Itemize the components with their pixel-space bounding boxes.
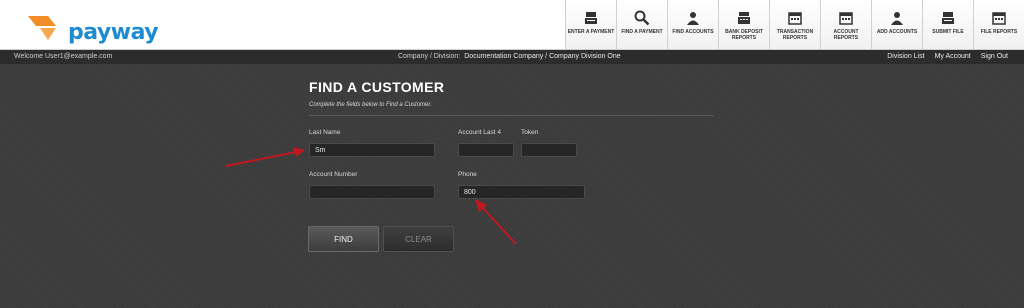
payway-logo-mark-icon bbox=[28, 16, 56, 40]
division-info: Company / Division: Documentation Company… bbox=[398, 53, 621, 60]
nav-account-reports[interactable]: ACCOUNT REPORTS bbox=[820, 0, 871, 49]
person-icon bbox=[685, 10, 701, 26]
nav-transaction-reports[interactable]: TRANSACTION REPORTS bbox=[769, 0, 820, 49]
phone-input[interactable] bbox=[458, 185, 585, 199]
brand-name: payway bbox=[68, 20, 159, 45]
welcome-text: Welcome User1@example.com bbox=[14, 53, 113, 60]
terminal-icon bbox=[940, 10, 956, 26]
division-list-link[interactable]: Division List bbox=[887, 53, 924, 60]
account-last4-input[interactable] bbox=[458, 143, 514, 157]
nav-label: TRANSACTION REPORTS bbox=[776, 29, 814, 41]
page-subtitle: Complete the fields below to Find a Cust… bbox=[309, 102, 432, 108]
nav-submit-file[interactable]: SUBMIT FILE bbox=[922, 0, 973, 49]
last-name-label: Last Name bbox=[309, 129, 341, 136]
last-name-input[interactable] bbox=[309, 143, 435, 157]
divider bbox=[309, 115, 714, 116]
account-number-input[interactable] bbox=[309, 185, 435, 199]
calendar-icon bbox=[991, 10, 1007, 26]
account-number-label: Account Number bbox=[309, 171, 358, 178]
user-links: Division List My Account Sign Out bbox=[887, 53, 1008, 60]
sign-out-link[interactable]: Sign Out bbox=[981, 53, 1008, 60]
nav-bank-deposit-reports[interactable]: BANK DEPOSIT REPORTS bbox=[718, 0, 769, 49]
account-last4-label: Account Last 4 bbox=[458, 129, 501, 136]
nav-label: ADD ACCOUNTS bbox=[876, 29, 918, 35]
nav-label: FIND A PAYMENT bbox=[621, 29, 663, 35]
clear-button[interactable]: CLEAR bbox=[383, 226, 454, 252]
division-value: Documentation Company / Company Division… bbox=[464, 53, 621, 60]
token-label: Token bbox=[521, 129, 539, 136]
nav-file-reports[interactable]: FILE REPORTS bbox=[973, 0, 1024, 49]
calendar-icon bbox=[838, 10, 854, 26]
nav-find-payment[interactable]: FIND A PAYMENT bbox=[616, 0, 667, 49]
phone-label: Phone bbox=[458, 171, 477, 178]
terminal-icon bbox=[583, 10, 599, 26]
my-account-link[interactable]: My Account bbox=[935, 53, 971, 60]
page-title: FIND A CUSTOMER bbox=[309, 79, 445, 95]
register-icon bbox=[736, 10, 752, 26]
person-icon bbox=[889, 10, 905, 26]
nav-label: ACCOUNT REPORTS bbox=[833, 29, 859, 41]
nav-find-accounts[interactable]: FIND ACCOUNTS bbox=[667, 0, 718, 49]
nav-label: FILE REPORTS bbox=[980, 29, 1018, 35]
division-label: Company / Division: bbox=[398, 53, 461, 60]
nav-label: BANK DEPOSIT REPORTS bbox=[725, 29, 763, 41]
search-icon bbox=[634, 10, 650, 26]
calendar-icon bbox=[787, 10, 803, 26]
main-nav: ENTER A PAYMENT FIND A PAYMENT FIND ACCO… bbox=[565, 0, 1024, 49]
status-strip: Welcome User1@example.com Company / Divi… bbox=[0, 50, 1024, 64]
nav-label: SUBMIT FILE bbox=[932, 29, 964, 35]
find-button[interactable]: FIND bbox=[308, 226, 379, 252]
header-bar: payway ENTER A PAYMENT FIND A PAYMENT FI… bbox=[0, 0, 1024, 50]
nav-label: FIND ACCOUNTS bbox=[672, 29, 714, 35]
token-input[interactable] bbox=[521, 143, 577, 157]
nav-add-accounts[interactable]: ADD ACCOUNTS bbox=[871, 0, 922, 49]
payway-logo[interactable]: payway bbox=[26, 12, 159, 45]
nav-enter-payment[interactable]: ENTER A PAYMENT bbox=[565, 0, 616, 49]
nav-label: ENTER A PAYMENT bbox=[567, 29, 615, 35]
